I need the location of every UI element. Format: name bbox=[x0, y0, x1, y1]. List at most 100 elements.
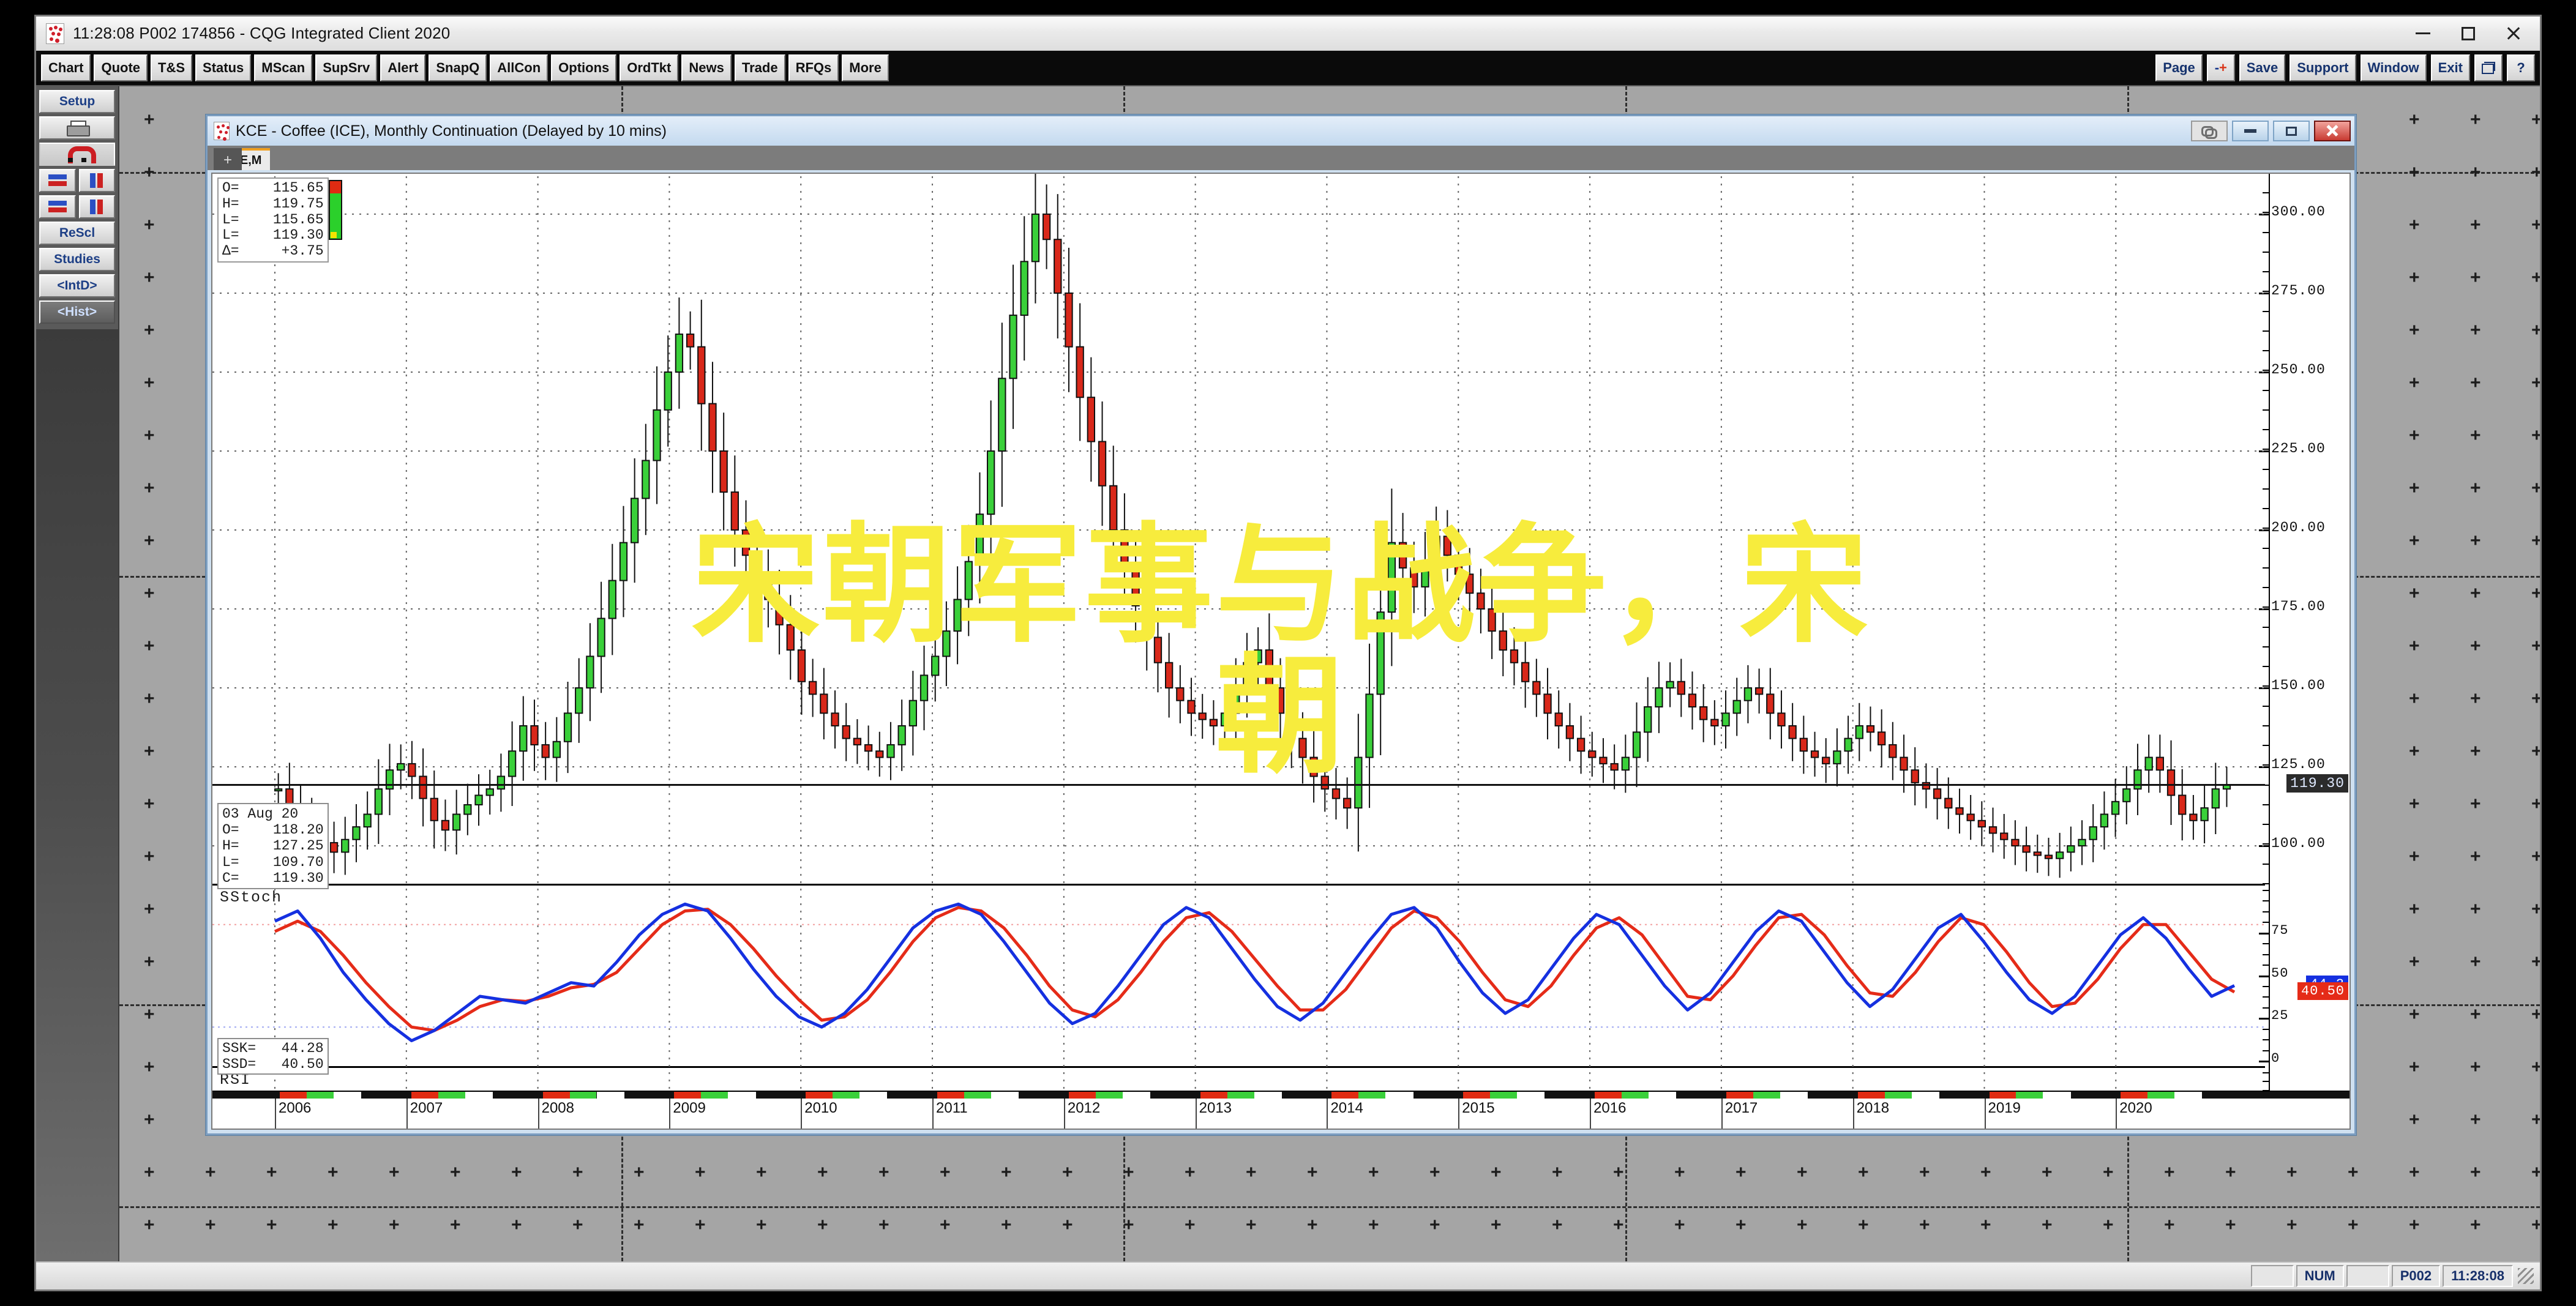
year-label: 2011 bbox=[936, 1100, 968, 1116]
magnet-icon bbox=[68, 146, 96, 163]
session-segment bbox=[411, 1092, 493, 1099]
sidebar-swap-vertical-button[interactable] bbox=[78, 169, 115, 192]
year-tick bbox=[1195, 1099, 1197, 1129]
sidebar-setup-button[interactable]: Setup bbox=[39, 90, 115, 113]
toolbar-button-ordtkt[interactable]: OrdTkt bbox=[620, 54, 679, 81]
toolbar-button-mscan[interactable]: MScan bbox=[254, 54, 313, 81]
window-titlebar: 11:28:08 P002 174856 - CQG Integrated Cl… bbox=[36, 17, 2540, 51]
session-segment bbox=[1463, 1092, 1545, 1099]
toolbar-button-window[interactable]: Window bbox=[2360, 54, 2427, 81]
sidebar-intraday-button[interactable]: <IntD> bbox=[39, 274, 115, 297]
year-tick bbox=[275, 1099, 276, 1129]
session-segment bbox=[2121, 1092, 2203, 1099]
cursor-info-box: 03 Aug 20 O= 118.20 H= 127.25 L= 109.70 … bbox=[217, 803, 329, 890]
arrows-split-icon bbox=[86, 199, 108, 215]
close-icon bbox=[2506, 26, 2522, 42]
arrows-stacked-icon bbox=[47, 199, 69, 215]
chart-tool-sidebar: Setup ReScl Studies <IntD> <Hist> bbox=[36, 86, 119, 1261]
year-label: 2008 bbox=[541, 1100, 574, 1116]
toolbar-button-rfqs[interactable]: RFQs bbox=[788, 54, 839, 81]
arrows-vertical-icon bbox=[86, 173, 108, 188]
toolbar-button-chart[interactable]: Chart bbox=[41, 54, 91, 81]
session-segment bbox=[1068, 1092, 1150, 1099]
toolbar-button-supsrv[interactable]: SupSrv bbox=[315, 54, 378, 81]
sidebar-history-button[interactable]: <Hist> bbox=[39, 300, 115, 324]
toolbar-button-quote[interactable]: Quote bbox=[94, 54, 148, 81]
toolbar-button-news[interactable]: News bbox=[681, 54, 732, 81]
toolbar-button-allcon[interactable]: AllCon bbox=[490, 54, 549, 81]
status-cell-page: P002 bbox=[2391, 1265, 2441, 1287]
chart-canvas[interactable]: 300.00 275.00 250.00 225.00 200.00 175.00 150.… bbox=[211, 173, 2351, 1130]
minimize-button[interactable] bbox=[2400, 19, 2446, 48]
chart-link-button[interactable] bbox=[2191, 121, 2228, 141]
chart-desktop: + + + + + + + + + + + + + + + + + + + + + + + + + + + + + + + + + + + + + + + +… bbox=[119, 86, 2540, 1261]
session-segment bbox=[1331, 1092, 1413, 1099]
chart-tab-add[interactable]: + bbox=[214, 148, 242, 170]
toolbar-button-options[interactable]: Options bbox=[551, 54, 617, 81]
year-tick bbox=[1063, 1099, 1065, 1129]
toolbar-button-ts[interactable]: T&S bbox=[151, 54, 193, 81]
toolbar-button-help[interactable]: ? bbox=[2507, 54, 2535, 81]
year-label: 2018 bbox=[1856, 1100, 1890, 1116]
status-cell-num: NUM bbox=[2296, 1265, 2344, 1287]
maximize-icon bbox=[2286, 126, 2297, 136]
year-tick bbox=[1721, 1099, 1723, 1129]
sidebar-rescale-button[interactable]: ReScl bbox=[39, 222, 115, 245]
chart-maximize-button[interactable] bbox=[2273, 121, 2310, 141]
session-segment bbox=[1200, 1092, 1282, 1099]
sidebar-studies-button[interactable]: Studies bbox=[39, 248, 115, 271]
year-label: 2019 bbox=[1988, 1100, 2021, 1116]
app-toolbar: Chart Quote T&S Status MScan SupSrv Aler… bbox=[36, 51, 2540, 86]
sidebar-magnet-button[interactable] bbox=[39, 143, 115, 166]
minimize-icon bbox=[2416, 32, 2430, 34]
resize-grip[interactable] bbox=[2515, 1266, 2536, 1286]
session-segment bbox=[1726, 1092, 1808, 1099]
toolbar-button-exit[interactable]: Exit bbox=[2430, 54, 2470, 81]
toolbar-button-trade[interactable]: Trade bbox=[734, 54, 785, 81]
toolbar-button-support[interactable]: Support bbox=[2290, 54, 2356, 81]
toolbar-button-more[interactable]: More bbox=[842, 54, 889, 81]
desktop-root: 11:28:08 P002 174856 - CQG Integrated Cl… bbox=[0, 0, 2576, 1306]
toolbar-right-group: Page -+ Save Support Window Exit ? bbox=[2155, 54, 2535, 81]
chart-minimize-button[interactable] bbox=[2232, 121, 2269, 141]
session-segment bbox=[806, 1092, 888, 1099]
sidebar-arrow-row-2 bbox=[39, 195, 115, 218]
year-tick bbox=[932, 1099, 934, 1129]
sidebar-split-button[interactable] bbox=[78, 195, 115, 218]
toolbar-button-zoom[interactable]: -+ bbox=[2206, 54, 2235, 81]
sidebar-stack-button[interactable] bbox=[39, 195, 76, 218]
year-label: 2010 bbox=[804, 1100, 837, 1116]
sstoch-values-box: SSK= 44.28 SSD= 40.50 bbox=[217, 1038, 329, 1075]
toolbar-button-page[interactable]: Page bbox=[2155, 54, 2203, 81]
toolbar-button-restore[interactable] bbox=[2474, 54, 2503, 81]
year-label: 2015 bbox=[1462, 1100, 1495, 1116]
chart-window-titlebar: KCE - Coffee (ICE), Monthly Continuation… bbox=[208, 116, 2354, 146]
sidebar-print-button[interactable] bbox=[39, 116, 115, 140]
toolbar-button-save[interactable]: Save bbox=[2239, 54, 2286, 81]
session-segment bbox=[674, 1092, 756, 1099]
date-axis[interactable]: 2006 2007 2008 2009 2010 2011 2012 2013 2014 2015… bbox=[212, 1091, 2349, 1129]
year-label: 2014 bbox=[1330, 1100, 1363, 1116]
status-cell-blank-2 bbox=[2346, 1265, 2389, 1287]
year-label: 2017 bbox=[1724, 1100, 1758, 1116]
sidebar-arrow-row-1 bbox=[39, 169, 115, 192]
chart-close-button[interactable] bbox=[2314, 121, 2351, 141]
toolbar-button-alert[interactable]: Alert bbox=[380, 54, 426, 81]
sidebar-swap-horizontal-button[interactable] bbox=[39, 169, 76, 192]
year-label: 2009 bbox=[673, 1100, 706, 1116]
year-tick bbox=[1327, 1099, 1328, 1129]
close-button[interactable] bbox=[2491, 19, 2536, 48]
status-bar: NUM P002 11:28:08 bbox=[36, 1261, 2540, 1289]
sidebar-filler bbox=[36, 329, 118, 1261]
toolbar-button-snapq[interactable]: SnapQ bbox=[429, 54, 487, 81]
close-icon bbox=[2326, 124, 2339, 138]
toolbar-button-status[interactable]: Status bbox=[195, 54, 252, 81]
sstoch-label: SStoch bbox=[220, 889, 283, 906]
chart-window-body: 300.00 275.00 250.00 225.00 200.00 175.00 150.… bbox=[208, 170, 2354, 1133]
arrows-horizontal-icon bbox=[47, 173, 69, 188]
session-segment bbox=[280, 1092, 362, 1099]
year-label: 2020 bbox=[2119, 1100, 2152, 1116]
printer-icon bbox=[67, 121, 90, 136]
window-controls bbox=[2400, 19, 2536, 48]
maximize-button[interactable] bbox=[2446, 19, 2491, 48]
